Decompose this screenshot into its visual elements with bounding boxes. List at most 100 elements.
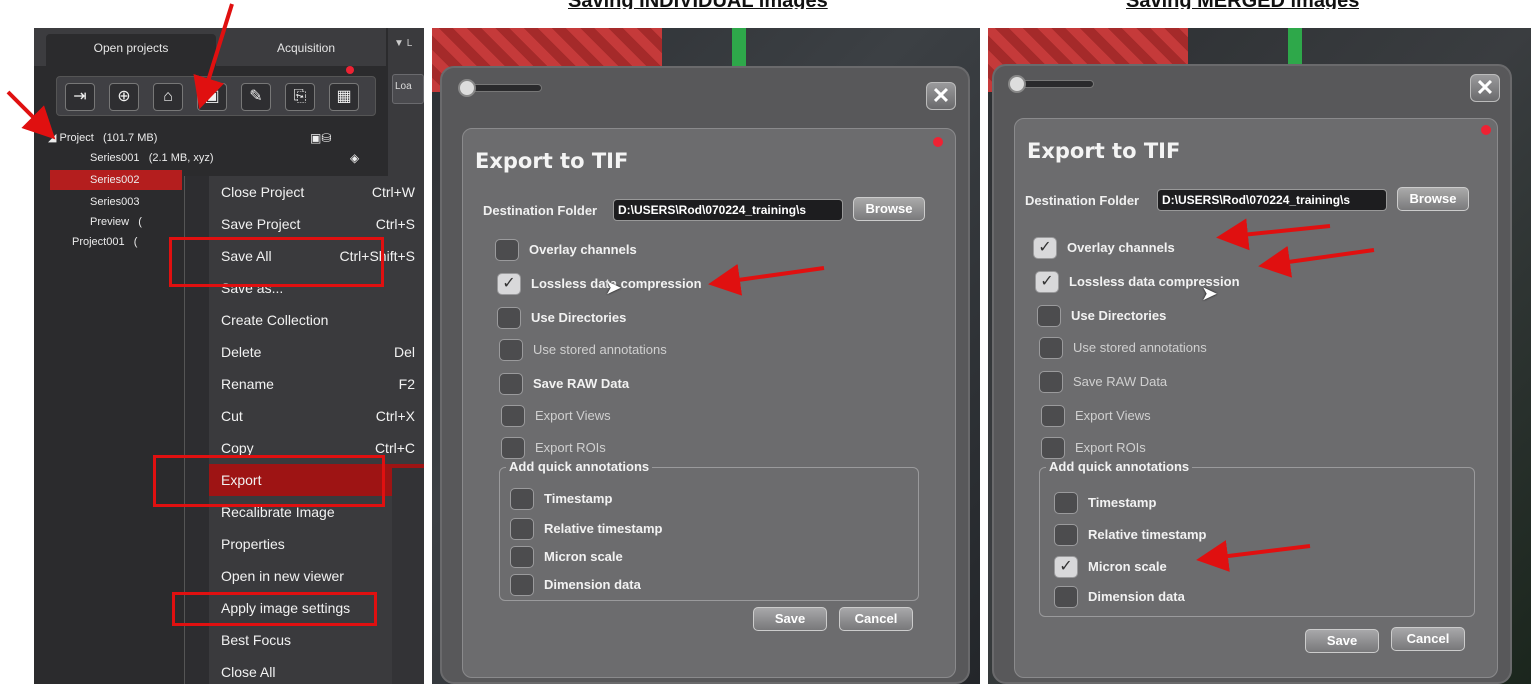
tree-item-label: Series002 [90, 174, 140, 186]
export-tif-dialog: Export to TIF Destination Folder D:\USER… [462, 128, 956, 678]
checkbox[interactable] [510, 488, 534, 510]
checkbox[interactable] [1041, 405, 1065, 427]
open-project-icon[interactable]: ⇥ [65, 83, 95, 111]
save-button[interactable]: Save [753, 607, 827, 631]
export-dialog-photo-merged: ✕ Export to TIF Destination Folder D:\US… [988, 28, 1531, 684]
close-icon[interactable]: ✕ [926, 82, 956, 110]
heading-merged: Saving MERGED images [1126, 0, 1359, 9]
tree-item-info: ( [133, 236, 138, 248]
load-button[interactable]: Loa [392, 74, 424, 104]
dialog-title: Export to TIF [475, 149, 629, 173]
info-icon [346, 66, 354, 74]
tree-item-label: Project [59, 132, 94, 144]
tree-item-series003[interactable]: Series003 [90, 192, 140, 212]
checkbox[interactable] [1037, 305, 1061, 327]
cancel-button[interactable]: Cancel [839, 607, 913, 631]
close-icon[interactable]: ✕ [1470, 74, 1500, 102]
menu-item-create-collection[interactable]: Create Collection [209, 304, 424, 336]
tree-item-info: ( [138, 216, 142, 228]
checkbox[interactable] [510, 546, 534, 568]
save-button[interactable]: Save [1305, 629, 1379, 653]
tab-open-projects[interactable]: Open projects [46, 34, 216, 66]
menu-item-cut[interactable]: Cut Ctrl+X [209, 400, 424, 432]
context-menu: Close Project Ctrl+W Save Project Ctrl+S S… [184, 176, 424, 684]
menu-item-delete[interactable]: Delete Del [209, 336, 424, 368]
browse-button[interactable]: Browse [853, 197, 925, 221]
checkbox[interactable] [501, 437, 525, 459]
menu-item-rename[interactable]: Rename F2 [209, 368, 424, 400]
grid-icon[interactable]: ▦ [329, 83, 359, 111]
checkbox[interactable] [1039, 337, 1063, 359]
checkbox[interactable] [499, 373, 523, 395]
submenu-strip [392, 468, 424, 684]
destination-folder-field[interactable]: D:\USERS\Rod\070224_training\s [613, 199, 843, 221]
option-label: Overlay channels [529, 242, 637, 257]
tree-item-label: Series001 [90, 152, 140, 164]
annotation-label: Timestamp [1088, 495, 1157, 510]
side-label: ▼ L [394, 38, 413, 49]
checkbox[interactable] [1054, 586, 1078, 608]
tab-bar: Open projects Acquisition [34, 28, 386, 66]
option-label: Export Views [535, 408, 611, 423]
new-project-icon[interactable]: ⊕ [109, 83, 139, 111]
project-toolbar: ⇥ ⊕ ⌂ ▣ ✎ ⎘ ▦ [56, 76, 376, 116]
option-label: Use Directories [1071, 308, 1167, 323]
destination-folder-field[interactable]: D:\USERS\Rod\070224_training\s [1157, 189, 1387, 211]
checkbox[interactable] [1054, 492, 1078, 514]
heading-individual: Saving INDIVIDUAL images [568, 0, 828, 9]
checkbox[interactable]: ✓ [1054, 556, 1078, 578]
menu-item-close-project[interactable]: Close Project Ctrl+W [209, 176, 424, 208]
annotation-label: Relative timestamp [1088, 527, 1207, 542]
opacity-slider-knob[interactable] [458, 79, 476, 97]
destination-folder-label: Destination Folder [483, 203, 598, 218]
tree-item-project001[interactable]: Project001 ( [72, 232, 137, 252]
save-icon[interactable]: ▣ [197, 83, 227, 111]
cancel-button[interactable]: Cancel [1391, 627, 1465, 651]
destination-folder-label: Destination Folder [1025, 193, 1140, 208]
option-label: Use Directories [531, 310, 627, 325]
checkbox[interactable] [510, 518, 534, 540]
option-label: Save RAW Data [1073, 374, 1168, 389]
tab-acquisition[interactable]: Acquisition [226, 34, 386, 66]
save-project-icon[interactable]: ▣⛁ [310, 128, 331, 148]
annotation-label: Timestamp [544, 491, 613, 506]
checkbox[interactable]: ✓ [1035, 271, 1059, 293]
annotation-label: Dimension data [1088, 589, 1185, 604]
checkbox[interactable] [1054, 524, 1078, 546]
open-folder-icon[interactable]: ⌂ [153, 83, 183, 111]
dialog-window: ✕ Export to TIF Destination Folder D:\US… [992, 64, 1512, 684]
checkbox[interactable]: ✓ [1033, 237, 1057, 259]
checkbox[interactable] [1041, 437, 1065, 459]
menu-gutter [185, 176, 209, 684]
tree-item-preview[interactable]: Preview ( [90, 212, 142, 232]
opacity-slider-knob[interactable] [1008, 75, 1026, 93]
tree-item-info: (2.1 MB, xyz) [148, 152, 214, 164]
tree-item-label: Series003 [90, 196, 140, 208]
menu-item-copy[interactable]: Copy Ctrl+C [209, 432, 424, 464]
opacity-slider[interactable] [1014, 80, 1094, 88]
checkbox[interactable] [499, 339, 523, 361]
tree-item-project[interactable]: ◢ Project (101.7 MB) ▣⛁ [48, 128, 384, 148]
checkbox[interactable] [497, 307, 521, 329]
menu-item-save-all[interactable]: Save All Ctrl+Shift+S [209, 240, 424, 272]
checkbox[interactable] [510, 574, 534, 596]
menu-item-save-project[interactable]: Save Project Ctrl+S [209, 208, 424, 240]
cube-icon: ◈ [350, 151, 360, 165]
mouse-cursor-icon: ➤ [1201, 283, 1218, 305]
checkbox[interactable] [1039, 371, 1063, 393]
tree-item-series002[interactable]: Series002 [50, 170, 182, 190]
browse-button[interactable]: Browse [1397, 187, 1469, 211]
export-icon[interactable]: ⎘ [285, 83, 315, 111]
checkbox[interactable]: ✓ [497, 273, 521, 295]
tree-item-info: (101.7 MB) [102, 132, 158, 144]
checkbox[interactable] [495, 239, 519, 261]
info-icon [933, 137, 943, 147]
export-tif-dialog: Export to TIF Destination Folder D:\USER… [1014, 118, 1498, 678]
option-label: Export ROIs [535, 440, 606, 455]
edit-icon[interactable]: ✎ [241, 83, 271, 111]
menu-item-save-as[interactable]: Save as... [209, 272, 424, 304]
option-label: Overlay channels [1067, 240, 1175, 255]
annotation-label: Dimension data [544, 577, 641, 592]
checkbox[interactable] [501, 405, 525, 427]
tree-item-series001[interactable]: Series001 (2.1 MB, xyz) ◈ [90, 148, 384, 168]
